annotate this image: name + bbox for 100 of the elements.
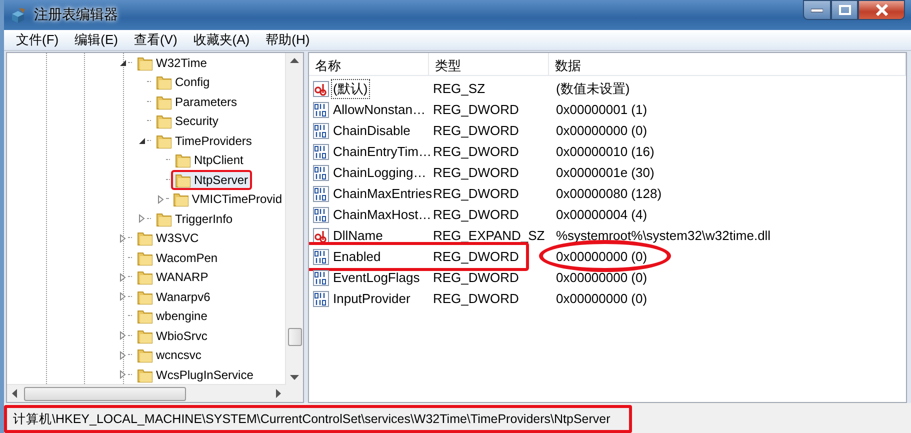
collapse-arrow-icon[interactable]: [138, 136, 146, 145]
menu-item[interactable]: 查看(V): [128, 31, 184, 49]
tree-item[interactable]: W32Time: [133, 53, 211, 73]
registry-icon: [10, 6, 28, 24]
tree-item[interactable]: wcncsvc: [133, 345, 206, 366]
value-type: REG_DWORD: [432, 144, 520, 159]
value-name: DllName: [332, 227, 384, 244]
window-title: 注册表编辑器: [34, 6, 118, 24]
value-type: REG_DWORD: [432, 249, 520, 264]
value-type: REG_DWORD: [432, 102, 520, 117]
collapse-arrow-icon[interactable]: [119, 58, 127, 67]
binary-value-icon: [313, 290, 329, 306]
tree-item[interactable]: Config: [152, 72, 214, 92]
column-heading[interactable]: 名称: [309, 53, 429, 75]
tree-item[interactable]: NtpServer: [171, 170, 252, 190]
menu-item[interactable]: 编辑(E): [68, 31, 124, 49]
tree-item[interactable]: W3SVC: [133, 228, 203, 248]
folder-icon: [156, 94, 172, 110]
value-name: Enabled: [332, 248, 382, 265]
menu-item[interactable]: 帮助(H): [260, 31, 316, 49]
tree-item[interactable]: TriggerInfo: [152, 208, 237, 229]
value-data: 0x00000000 (0): [555, 123, 648, 138]
value-data: 0x00000001 (1): [555, 102, 648, 117]
expand-arrow-icon[interactable]: [119, 370, 127, 380]
folder-icon: [156, 210, 172, 227]
folder-icon: [156, 132, 172, 149]
scroll-right-icon[interactable]: [276, 389, 281, 398]
horizontal-scrollbar[interactable]: [7, 384, 286, 402]
value-type: REG_DWORD: [432, 186, 520, 201]
tree-item[interactable]: WbioSrvc: [133, 326, 212, 346]
value-type: REG_DWORD: [432, 270, 520, 285]
value-name: ChainEntryTim…: [332, 143, 432, 160]
expand-arrow-icon[interactable]: [119, 234, 127, 243]
folder-icon: [137, 230, 153, 246]
scroll-up-icon[interactable]: [290, 58, 299, 63]
value-type: REG_SZ: [432, 81, 486, 96]
value-name: AllowNonstan…: [332, 101, 426, 118]
value-name: (默认): [331, 78, 370, 98]
tree-item[interactable]: wbengine: [133, 306, 212, 326]
value-name: EventLogFlags: [332, 269, 421, 286]
value-type: REG_DWORD: [432, 207, 520, 222]
expand-arrow-icon[interactable]: [119, 272, 127, 282]
binary-value-icon: [313, 248, 329, 264]
scrollbar-thumb[interactable]: [288, 328, 302, 346]
tree-item[interactable]: WacomPen: [133, 248, 222, 268]
value-type: REG_DWORD: [432, 165, 520, 180]
minimize-icon: [811, 7, 823, 13]
minimize-button[interactable]: [803, 0, 831, 20]
folder-icon: [156, 74, 172, 90]
value-data: %systemroot%\system32\w32time.dll: [555, 228, 771, 243]
expand-arrow-icon[interactable]: [119, 331, 127, 340]
value-data: 0x00000000 (0): [555, 270, 648, 285]
expand-arrow-icon[interactable]: [119, 292, 127, 302]
value-name: ChainMaxEntries: [332, 185, 433, 202]
menu-item[interactable]: 收藏夹(A): [187, 31, 256, 49]
folder-icon: [137, 347, 153, 364]
folder-icon: [137, 366, 153, 383]
folder-icon: [137, 250, 153, 266]
folder-icon: [175, 152, 191, 168]
expand-arrow-icon[interactable]: [138, 214, 146, 224]
value-data: (数值未设置): [555, 80, 630, 98]
column-heading[interactable]: 类型: [429, 53, 549, 75]
tree-item[interactable]: NtpClient: [171, 150, 248, 170]
binary-value-icon: [313, 102, 329, 118]
string-value-icon: [313, 228, 329, 244]
tree-item[interactable]: Security: [152, 111, 222, 132]
value-name: InputProvider: [332, 290, 412, 307]
scroll-left-icon[interactable]: [12, 389, 17, 398]
scrollbar-thumb[interactable]: [24, 387, 186, 401]
tree-item[interactable]: TimeProviders: [152, 130, 256, 151]
value-data: 0x00000004 (4): [555, 207, 648, 222]
expand-arrow-icon[interactable]: [119, 350, 127, 360]
scroll-down-icon[interactable]: [290, 375, 299, 380]
string-value-icon: [313, 80, 329, 96]
value-name: ChainMaxHost…: [332, 206, 432, 223]
value-data: 0x00000000 (0): [555, 291, 648, 306]
expand-arrow-icon[interactable]: [157, 194, 165, 204]
folder-icon: [137, 269, 153, 286]
value-type: REG_DWORD: [432, 123, 520, 138]
menu-item[interactable]: 文件(F): [10, 31, 65, 49]
binary-value-icon: [313, 144, 329, 160]
folder-icon: [175, 172, 191, 188]
binary-value-icon: [313, 122, 329, 138]
value-data: 0x0000001e (30): [555, 165, 654, 180]
tree-item[interactable]: Parameters: [152, 92, 242, 112]
column-heading[interactable]: 数据: [549, 53, 906, 75]
folder-icon: [137, 328, 153, 344]
value-name: ChainDisable: [332, 122, 412, 139]
folder-icon: [137, 308, 153, 324]
folder-icon: [172, 191, 189, 208]
close-button[interactable]: [858, 0, 905, 20]
maximize-button[interactable]: [831, 0, 858, 20]
tree-item[interactable]: VMICTimeProvid: [168, 189, 286, 210]
value-data: 0x00000000 (0): [555, 249, 648, 264]
binary-value-icon: [313, 206, 329, 222]
tree-item[interactable]: WcsPlugInService: [133, 364, 258, 385]
binary-value-icon: [313, 270, 329, 286]
tree-item[interactable]: WANARP: [133, 267, 212, 288]
tree-item[interactable]: Wanarpv6: [133, 286, 214, 307]
vertical-scrollbar[interactable]: [285, 53, 303, 385]
